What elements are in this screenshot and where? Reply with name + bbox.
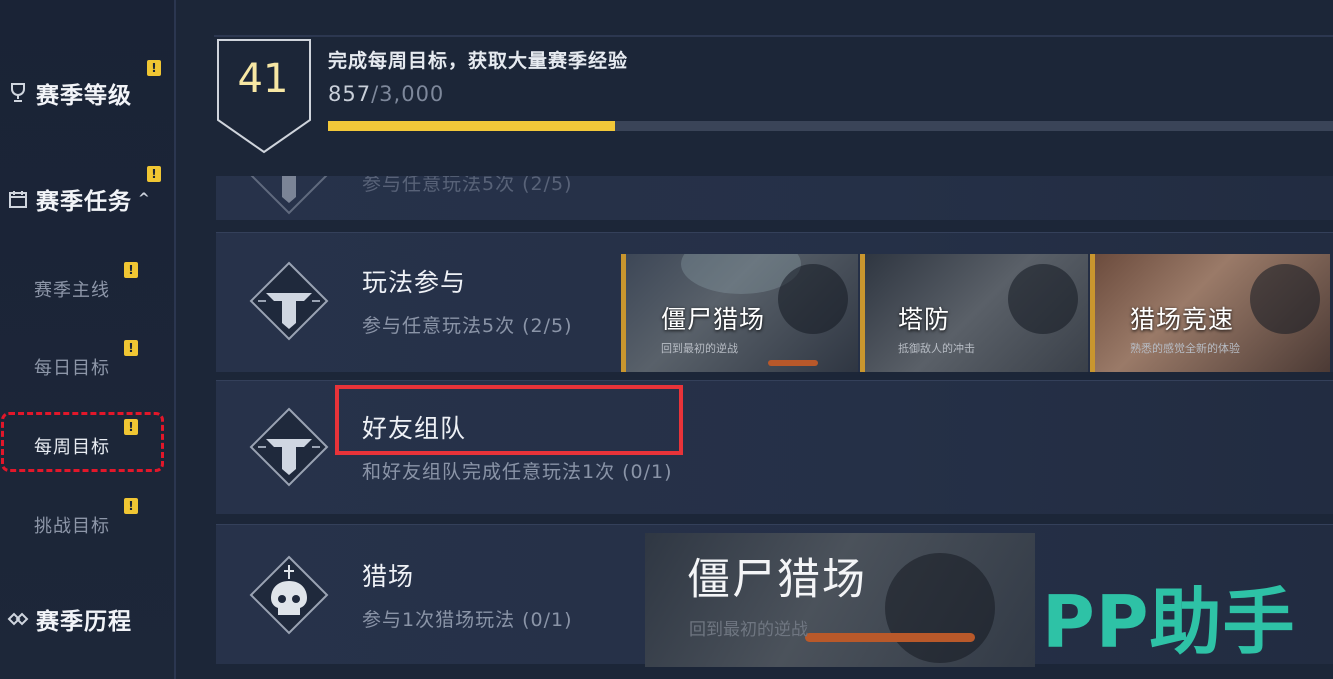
featured-mode-subtitle: 回到最初的逆战: [689, 620, 808, 640]
trophy-icon: [6, 81, 30, 105]
sidebar-item-season-history[interactable]: 赛季历程: [6, 602, 132, 636]
progress-bar: [328, 121, 1333, 131]
mode-subtitle: 回到最初的逆战: [661, 342, 738, 355]
mode-art: [805, 633, 975, 642]
alert-badge-icon: !: [147, 166, 161, 182]
task-description: 参与任意玩法5次 (2/5): [362, 315, 573, 337]
progress-total: /3,000: [371, 82, 445, 106]
sidebar: 赛季等级 ! 赛季任务 ^ ! 赛季主线 ! 每日目标 ! 每周目标 ! 挑战目…: [0, 0, 176, 679]
mode-name: 塔防: [898, 305, 951, 334]
progress-bar-fill: [328, 121, 616, 131]
card-accent: [621, 254, 626, 372]
alert-badge-icon: !: [124, 340, 138, 356]
sidebar-subitem-challenge-goals[interactable]: 挑战目标: [34, 512, 110, 538]
featured-mode-zombie-hunt[interactable]: 僵尸猎场 回到最初的逆战: [645, 533, 1035, 667]
sidebar-subitem-label: 挑战目标: [34, 516, 110, 537]
chevron-up-icon: ^: [138, 191, 151, 207]
sidebar-item-label: 赛季任务: [36, 189, 132, 215]
mode-art: [1250, 264, 1320, 334]
alert-badge-icon: !: [124, 262, 138, 278]
mode-card-zombie-hunt[interactable]: 僵尸猎场 回到最初的逆战: [621, 254, 858, 372]
sidebar-item-season-level[interactable]: 赛季等级: [6, 76, 132, 110]
progress-current: 857: [328, 82, 372, 106]
mode-subtitle: 熟悉的感觉全新的体验: [1130, 342, 1240, 355]
mode-subtitle: 抵御敌人的冲击: [898, 342, 975, 355]
card-accent: [860, 254, 865, 372]
history-icon: [6, 607, 30, 631]
progress-text: 857/3,000: [328, 82, 444, 106]
weekly-goal-text: 完成每周目标，获取大量赛季经验: [328, 50, 629, 72]
task-description: 参与1次猎场玩法 (0/1): [362, 609, 573, 631]
mode-card-hunt-race[interactable]: 猎场竞速 熟悉的感觉全新的体验: [1090, 254, 1330, 372]
calendar-icon: [6, 187, 30, 211]
alert-badge-icon: !: [124, 498, 138, 514]
team-emblem-icon: [244, 403, 334, 493]
watermark-logo: PP助手: [1042, 580, 1296, 664]
sidebar-subitem-label: 赛季主线: [34, 280, 110, 301]
skull-emblem-icon: [244, 551, 334, 641]
sidebar-item-season-tasks[interactable]: 赛季任务 ^: [6, 182, 151, 216]
mode-card-tower-defense[interactable]: 塔防 抵御敌人的冲击: [860, 254, 1088, 372]
season-level-number: 41: [237, 56, 289, 102]
featured-mode-name: 僵尸猎场: [687, 555, 867, 605]
sidebar-item-label: 赛季等级: [36, 83, 132, 109]
annotation-highlight-box: [335, 385, 683, 455]
mode-art: [1008, 264, 1078, 334]
mode-name: 猎场竞速: [1130, 305, 1235, 334]
card-accent: [1090, 254, 1095, 372]
alert-badge-icon: !: [147, 60, 161, 76]
sidebar-subitem-daily-goals[interactable]: 每日目标: [34, 354, 110, 380]
mode-art: [885, 553, 995, 663]
mode-art: [778, 264, 848, 334]
team-emblem-icon: [244, 257, 334, 347]
sidebar-item-label: 赛季历程: [36, 609, 132, 635]
task-title: 玩法参与: [362, 268, 467, 297]
mode-name: 僵尸猎场: [661, 305, 766, 334]
task-description: 和好友组队完成任意玩法1次 (0/1): [362, 461, 673, 483]
sidebar-subitem-season-main[interactable]: 赛季主线: [34, 276, 110, 302]
selection-highlight: [1, 412, 164, 472]
sidebar-subitem-label: 每日目标: [34, 358, 110, 379]
task-title: 猎场: [362, 562, 415, 591]
divider: [214, 35, 1333, 37]
mode-art: [768, 360, 818, 366]
